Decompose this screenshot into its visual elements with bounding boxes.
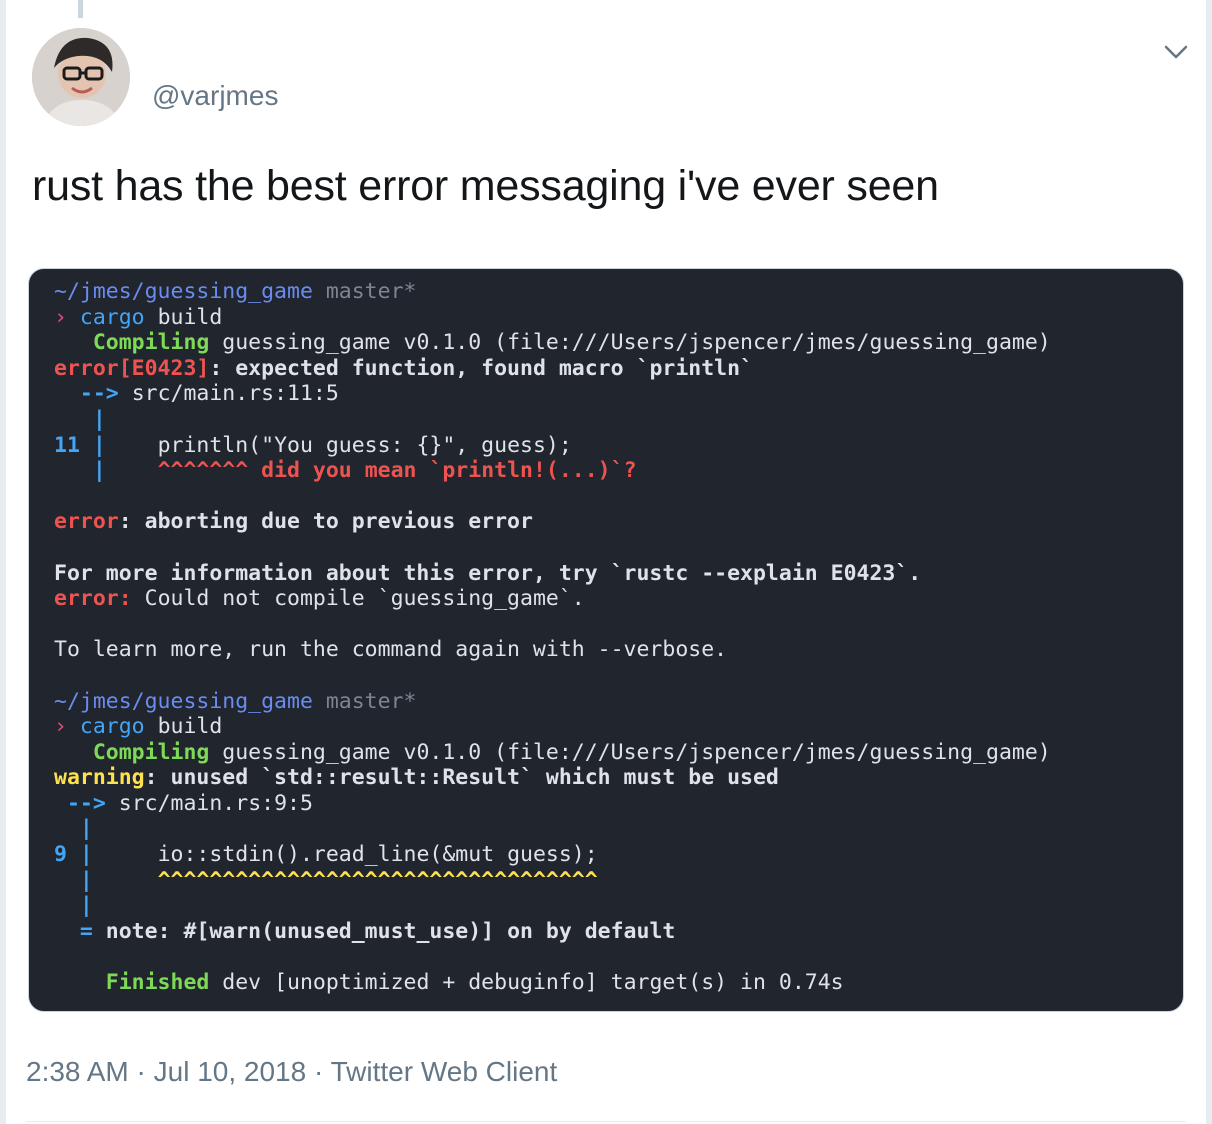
terminal-segment: src/main.rs:9:5 xyxy=(118,790,313,816)
terminal-segment: error xyxy=(54,509,119,535)
terminal-segment: Compiling xyxy=(92,739,210,765)
terminal-segment: guessing_game v0.1.0 (file:///Users/jspe… xyxy=(222,739,1051,765)
terminal-segment: did you mean `println!(...)`? xyxy=(261,458,637,484)
terminal-segment: error[E0423] xyxy=(54,355,210,381)
terminal-segment: 9 xyxy=(54,842,67,868)
terminal-segment: warning xyxy=(54,765,145,791)
terminal-segment: 11 xyxy=(54,432,80,458)
thread-line xyxy=(78,0,83,18)
terminal-segment: note: #[warn(unused_must_use)] on by def… xyxy=(105,918,676,944)
terminal-segment: | xyxy=(92,458,106,484)
terminal-segment: | xyxy=(79,893,93,919)
terminal-segment: cargo xyxy=(79,714,145,740)
terminal-segment: : aborting due to previous error xyxy=(118,509,533,535)
meta-separator: · xyxy=(306,1056,331,1087)
terminal-segment: : unused `std::result::Result` which mus… xyxy=(144,765,779,791)
terminal-segment: master* xyxy=(325,279,417,304)
terminal-segment: | xyxy=(92,406,106,432)
tweet-time[interactable]: 2:38 AM xyxy=(26,1056,129,1087)
terminal-segment: cargo xyxy=(79,304,145,330)
tweet-date[interactable]: Jul 10, 2018 xyxy=(154,1056,307,1087)
tweet-text: rust has the best error messaging i've e… xyxy=(32,162,939,210)
terminal-segment: Could not compile `guessing_game`. xyxy=(144,586,585,612)
terminal-segment: | xyxy=(79,867,93,893)
terminal-segment: ^^^^^^^ xyxy=(157,458,249,484)
terminal-segment: error: xyxy=(54,586,132,612)
terminal-segment: guessing_game v0.1.0 (file:///Users/jspe… xyxy=(222,330,1051,356)
terminal-segment: › xyxy=(54,304,67,330)
user-handle[interactable]: @varjmes xyxy=(152,80,278,112)
terminal-segment: build xyxy=(157,714,223,740)
tweet-client[interactable]: Twitter Web Client xyxy=(331,1056,558,1087)
terminal-segment: Finished xyxy=(105,970,210,996)
terminal-segment: println("You guess: {}", guess); xyxy=(157,432,572,458)
avatar[interactable] xyxy=(32,28,130,126)
tweet-image[interactable]: ~/jmes/guessing_game master* › cargo bui… xyxy=(28,268,1184,1012)
terminal-segment: For more information about this error, t… xyxy=(54,560,922,586)
terminal-segment: build xyxy=(157,304,223,330)
terminal-segment: › xyxy=(54,714,67,740)
meta-separator: · xyxy=(128,1056,154,1087)
terminal-segment: | xyxy=(79,842,93,868)
terminal-segment: | xyxy=(92,432,106,458)
terminal-segment: master* xyxy=(325,688,417,714)
terminal-segment: --> xyxy=(79,381,119,407)
terminal-segment: src/main.rs:11:5 xyxy=(131,381,339,407)
terminal-segment: Compiling xyxy=(92,330,210,356)
terminal-segment: = xyxy=(79,918,93,944)
chevron-down-icon[interactable] xyxy=(1162,40,1190,64)
terminal-segment: --> xyxy=(66,790,106,816)
terminal-segment: io::stdin().read_line(&mut guess); xyxy=(157,842,598,868)
terminal-segment: To learn more, run the command again wit… xyxy=(54,637,728,663)
divider xyxy=(26,1121,1186,1122)
terminal-segment: dev [unoptimized + debuginfo] target(s) … xyxy=(222,970,844,996)
terminal-segment: ^^^^^^^^^^^^^^^^^^^^^^^^^^^^^^^^^^ xyxy=(157,867,598,893)
terminal-segment: ~/jmes/guessing_game xyxy=(54,688,313,714)
terminal-segment: | xyxy=(79,816,93,842)
tweet-meta: 2:38 AM · Jul 10, 2018 · Twitter Web Cli… xyxy=(26,1056,557,1088)
terminal-output: ~/jmes/guessing_game master* › cargo bui… xyxy=(54,279,1051,996)
terminal-segment: ~/jmes/guessing_game xyxy=(54,279,313,304)
terminal-segment: : expected function, found macro `printl… xyxy=(209,355,753,381)
